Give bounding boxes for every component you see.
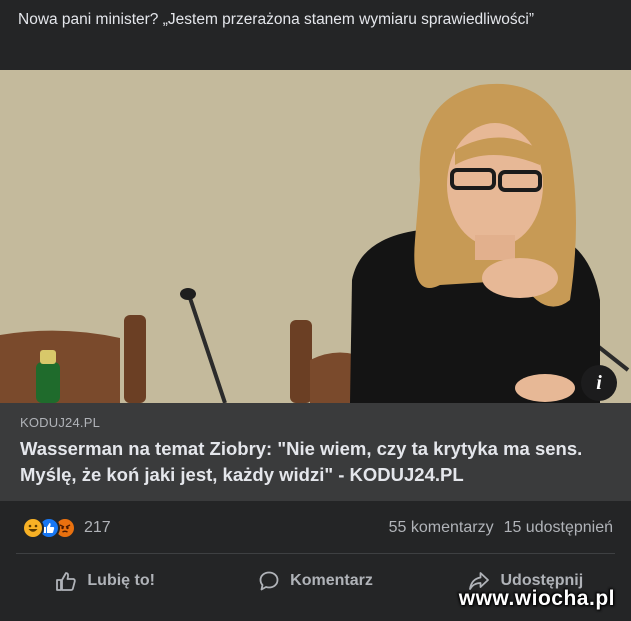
link-domain: KODUJ24.PL: [20, 415, 101, 430]
comments-count-link[interactable]: 55 komentarzy: [389, 519, 494, 537]
reaction-count: 217: [84, 519, 111, 536]
post-text: Nowa pani minister? „Jestem przerażona s…: [18, 11, 534, 28]
link-title[interactable]: Wasserman na temat Ziobry: "Nie wiem, cz…: [20, 436, 611, 488]
link-preview[interactable]: KODUJ24.PL Wasserman na temat Ziobry: "N…: [0, 403, 631, 501]
reactions-summary[interactable]: 217: [22, 517, 111, 539]
comment-icon: [259, 571, 279, 591]
comment-button-label: Komentarz: [290, 572, 373, 589]
shares-count-link[interactable]: 15 udostępnień: [504, 519, 613, 537]
info-icon[interactable]: i: [581, 365, 617, 401]
thumbs-up-icon: [56, 572, 77, 591]
link-preview-image[interactable]: i: [0, 70, 631, 403]
like-button[interactable]: Lubię to!: [0, 570, 210, 592]
photo-illustration: [0, 70, 631, 403]
haha-reaction-icon: [22, 517, 44, 539]
post-stats: 217 55 komentarzy 15 udostępnień: [0, 508, 631, 548]
comment-button[interactable]: Komentarz: [210, 570, 420, 592]
divider: [16, 553, 615, 554]
watermark: www.wiocha.pl: [458, 587, 615, 610]
like-button-label: Lubię to!: [87, 572, 155, 589]
